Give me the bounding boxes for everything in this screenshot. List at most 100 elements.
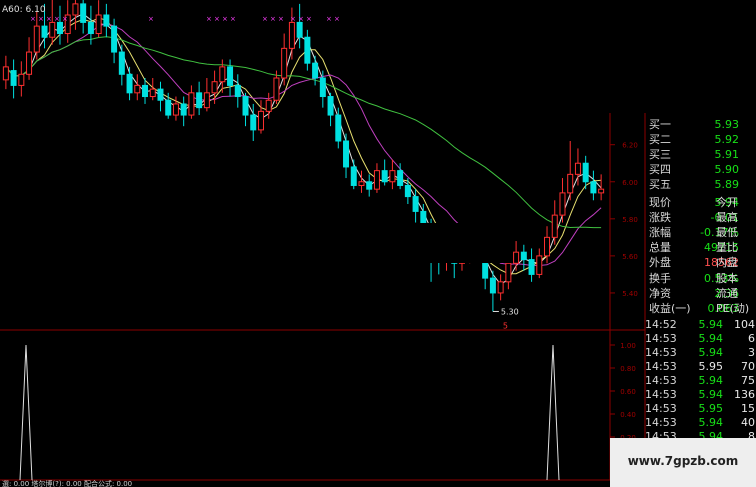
candle — [304, 29, 311, 71]
stats-label: 净资 — [649, 287, 671, 300]
indicator-spike — [546, 344, 560, 481]
chart-grid: 6.206.005.805.605.401.000.800.600.400.20 — [0, 113, 756, 481]
stats-right-label: 流通 — [716, 287, 738, 300]
quote-right-label: 今开 — [716, 196, 738, 209]
signal-mark: × — [262, 15, 268, 23]
candle-body — [103, 14, 110, 27]
candle-body — [165, 99, 172, 116]
signal-mark: × — [62, 15, 68, 23]
candle-body — [528, 259, 535, 275]
candle-body — [598, 188, 605, 194]
candle — [234, 74, 241, 108]
candle-body — [126, 73, 133, 94]
quote-row: 外盘 18562 内盘 — [645, 255, 756, 270]
candle-body — [142, 84, 149, 98]
candle-body — [227, 66, 234, 86]
candle-body — [551, 214, 558, 238]
signal-mark: × — [334, 15, 340, 23]
candle-body — [180, 103, 187, 116]
watermark-text: www.7gpzb.com — [627, 454, 739, 468]
order-book-price: 5.90 — [714, 163, 740, 176]
watermark: www.7gpzb.com — [610, 438, 756, 487]
indicator-tick-label: 0.80 — [620, 365, 636, 373]
candle-body — [288, 21, 295, 49]
candle — [551, 200, 558, 245]
candle-body — [304, 36, 311, 64]
order-book-label: 买四 — [649, 163, 671, 176]
candle-body — [296, 21, 303, 38]
candle-body — [590, 181, 597, 194]
tick-volume: 15 — [741, 402, 755, 415]
candle — [72, 0, 79, 30]
candle-body — [41, 25, 48, 38]
candle-body — [95, 14, 102, 35]
candle-body — [281, 47, 288, 79]
candle-body — [397, 170, 404, 186]
order-book-price: 5.91 — [714, 148, 740, 161]
tick-row: 14:52 5.94 104 — [645, 317, 756, 332]
indicator-panel: 選: 0.00 塔尔博(?): 0.00 配合公式: 0.00 — [2, 344, 560, 487]
quote-panel: 买一 5.93 买二 5.92 买三 5.91 买四 5.90 买五 5.89 现价 5.94 今开涨… — [645, 113, 756, 443]
stats-label: 换手 — [649, 272, 671, 285]
axis-tick-label: 6.00 — [622, 179, 638, 187]
candle — [2, 55, 9, 90]
signal-mark: × — [214, 15, 220, 23]
redaction-box-center — [246, 223, 512, 263]
order-book-label: 买三 — [649, 148, 671, 161]
order-book-price: 5.92 — [714, 133, 740, 146]
candle-body — [80, 3, 87, 23]
candle — [103, 3, 110, 38]
candle-body — [111, 25, 118, 53]
order-book-row: 买五 5.89 — [645, 177, 756, 192]
quote-label: 涨幅 — [649, 226, 671, 239]
tick-volume: 40 — [741, 416, 755, 429]
tick-row: 14:53 5.95 15 — [645, 401, 756, 416]
quote-right-label: 内盘 — [716, 256, 738, 269]
quote-label: 外盘 — [649, 256, 671, 269]
stats-label: 收益(一) — [649, 302, 691, 315]
candle-body — [56, 21, 63, 35]
candle — [281, 33, 288, 86]
quote-row: 涨幅 -0.17% 最低 — [645, 225, 756, 240]
candle — [188, 85, 195, 119]
indicator-spike — [19, 344, 33, 481]
candle — [196, 81, 203, 116]
quote-label: 总量 — [649, 241, 671, 254]
stats-right-label: PE(动) — [716, 302, 750, 315]
signal-mark: × — [290, 15, 296, 23]
candle-body — [250, 114, 257, 131]
candle-body — [412, 196, 419, 212]
signal-mark: × — [326, 15, 332, 23]
signal-mark: × — [222, 15, 228, 23]
candle — [118, 44, 125, 86]
candle-body — [497, 281, 504, 294]
candle-body — [513, 251, 520, 264]
candle-body — [157, 88, 164, 101]
stats-row: 收益(一) 0.063 PE(动) — [645, 301, 756, 316]
order-book-row: 买三 5.91 — [645, 147, 756, 162]
indicator-tick-label: 0.40 — [620, 411, 636, 419]
candle — [567, 141, 574, 201]
candle — [296, 3, 303, 49]
candle-body — [381, 170, 388, 183]
quote-right-label: 量比 — [716, 241, 738, 254]
candle — [343, 133, 350, 179]
redaction-box-top-right — [428, 0, 756, 113]
tick-volume: 3 — [748, 346, 755, 359]
candle — [126, 66, 133, 101]
signal-mark: × — [30, 15, 36, 23]
candle-body — [219, 66, 226, 83]
tick-row: 14:53 5.94 6 — [645, 331, 756, 346]
candle-body — [319, 77, 326, 98]
axis-tick-label: 6.20 — [622, 142, 638, 150]
quote-right-label: 最高 — [716, 211, 738, 224]
candle-body — [373, 170, 380, 190]
tick-price: 5.95 — [698, 402, 724, 415]
signal-mark: × — [278, 15, 284, 23]
tick-volume: 136 — [734, 388, 755, 401]
candle-body — [211, 81, 218, 94]
candle — [180, 96, 187, 127]
order-book-price: 5.89 — [714, 178, 740, 191]
candle — [497, 274, 504, 301]
candle — [203, 78, 210, 112]
